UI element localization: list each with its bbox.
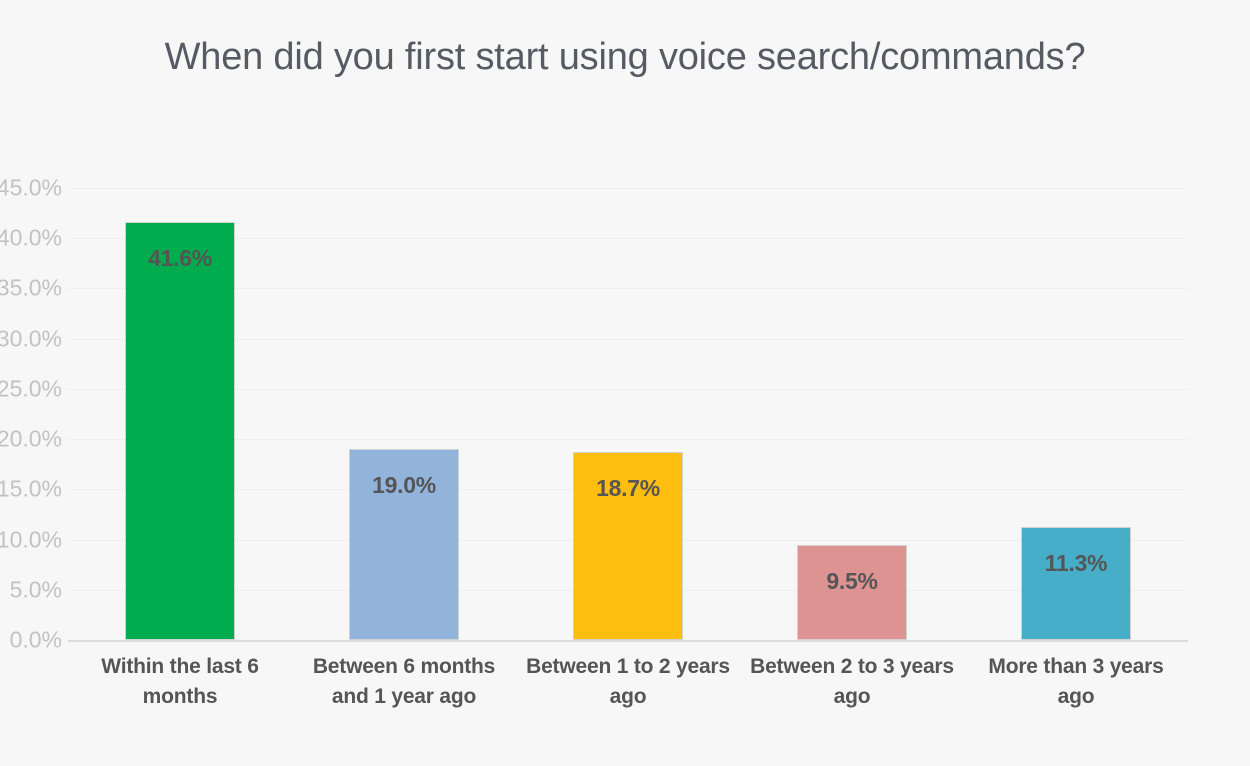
gridline [68, 338, 1188, 340]
x-axis-category-label: Between 2 to 3 years ago [750, 655, 954, 708]
y-axis-tick-label: 25.0% [0, 375, 62, 402]
y-axis-tick-label: 10.0% [0, 526, 62, 553]
y-axis-tick-label: 15.0% [0, 475, 62, 502]
bar[interactable]: 9.5% [797, 544, 907, 640]
y-axis-tick-label: 45.0% [0, 174, 62, 201]
gridline [68, 288, 1188, 290]
y-axis-tick-label: 0.0% [9, 626, 62, 653]
x-axis-category-label: Between 6 months and 1 year ago [312, 655, 496, 708]
bar[interactable]: 19.0% [349, 449, 459, 640]
bar-value-label: 9.5% [826, 567, 878, 594]
gridline [68, 238, 1188, 240]
x-axis-category-label: Within the last 6 months [101, 655, 259, 708]
gridline [68, 188, 1188, 189]
y-axis: 45.0% 40.0% 35.0% 30.0% 25.0% 20.0% 15.0% 10.0%… [0, 175, 62, 653]
bar[interactable]: 11.3% [1021, 526, 1131, 640]
x-axis-category-label: More than 3 years ago [988, 655, 1164, 708]
bar-value-label: 19.0% [372, 472, 436, 499]
bar-value-label: 18.7% [596, 475, 660, 502]
chart-title: When did you first start using voice sea… [164, 36, 1086, 78]
y-axis-tick-label: 5.0% [9, 576, 62, 603]
gridline [68, 388, 1188, 390]
bar-value-label: 11.3% [1044, 549, 1108, 576]
bar[interactable]: 18.7% [573, 452, 683, 640]
x-axis: Within the last 6 months Between 6 months… [68, 652, 1188, 742]
y-axis-tick-label: 20.0% [0, 425, 62, 452]
y-axis-tick-label: 30.0% [0, 325, 62, 352]
x-axis-category-label: Between 1 to 2 years ago [526, 655, 730, 708]
bar[interactable]: 41.6% [125, 222, 235, 640]
gridline [68, 439, 1188, 441]
axis-baseline [68, 640, 1188, 642]
y-axis-tick-label: 35.0% [0, 274, 62, 301]
bar-value-label: 41.6% [148, 245, 212, 272]
y-axis-tick-label: 40.0% [0, 224, 62, 251]
plot-area: 41.6% 19.0% 18.7% 9.5% 11.3% [68, 180, 1188, 648]
